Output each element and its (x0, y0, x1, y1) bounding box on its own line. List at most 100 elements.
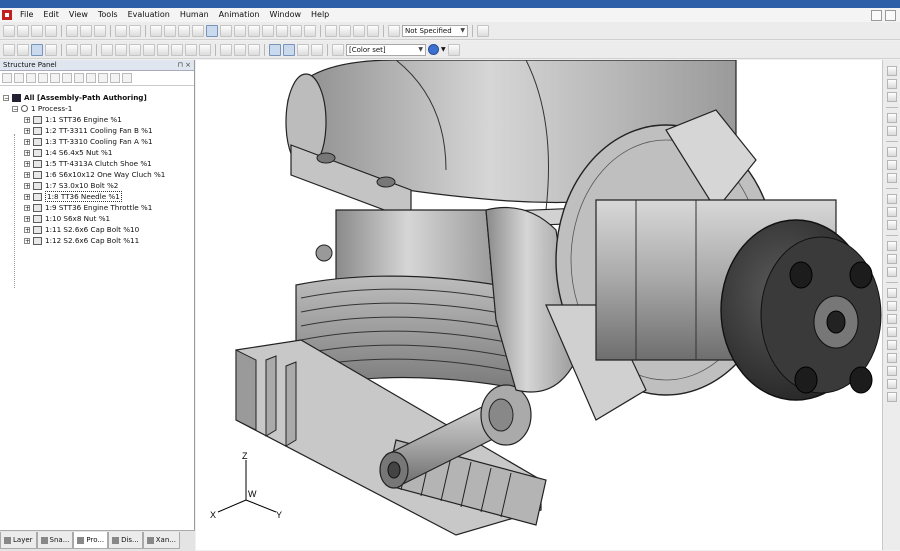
display-icon[interactable] (886, 353, 897, 363)
bottom-view-icon[interactable] (143, 43, 155, 56)
color-ball-icon[interactable] (428, 44, 439, 55)
menu-human[interactable]: Human (175, 8, 214, 22)
tree-item-1[interactable]: + 1:1 STT36 Engine %1 (0, 114, 194, 125)
top-view-icon[interactable] (129, 43, 141, 56)
filter-icon[interactable] (886, 220, 897, 230)
tools-icon[interactable] (477, 24, 489, 37)
table-icon[interactable] (886, 207, 897, 217)
new-icon[interactable] (886, 66, 897, 76)
camera-icon[interactable] (367, 24, 379, 37)
zoom-icon[interactable] (178, 24, 190, 37)
hand-icon[interactable] (886, 241, 897, 251)
marker-icon[interactable] (325, 24, 337, 37)
menu-help[interactable]: Help (306, 8, 334, 22)
sun-icon[interactable] (886, 327, 897, 337)
info-icon[interactable] (886, 340, 897, 350)
panel-icon[interactable] (45, 43, 57, 56)
tab-snapshot[interactable]: Sna... (36, 532, 74, 549)
globe-icon[interactable] (886, 301, 897, 311)
rotate-icon[interactable] (150, 24, 162, 37)
collapse-toggle-icon[interactable]: − (3, 94, 9, 101)
chart-icon[interactable] (886, 267, 897, 277)
expand-toggle-icon[interactable]: + (24, 182, 30, 189)
tree-item-9[interactable]: + 1:9 STT36 Engine Throttle %1 (0, 202, 194, 213)
save-icon[interactable] (886, 79, 897, 89)
fit-view-icon[interactable] (192, 24, 204, 37)
hide-icon[interactable] (276, 24, 288, 37)
tree-view-icon[interactable] (74, 73, 84, 83)
settings-icon[interactable] (332, 43, 344, 56)
expand-icon[interactable] (50, 73, 60, 83)
expand-toggle-icon[interactable]: + (24, 149, 30, 156)
new-file-icon[interactable] (3, 24, 15, 37)
shaded-edges-icon[interactable] (269, 43, 281, 56)
lighting-icon[interactable] (311, 43, 323, 56)
arrow-icon[interactable] (110, 73, 120, 83)
tree-item-3[interactable]: + 1:3 TT-3310 Cooling Fan A %1 (0, 136, 194, 147)
tree-item-12[interactable]: + 1:12 S2.6x6 Cap Bolt %11 (0, 235, 194, 246)
menu-tools[interactable]: Tools (93, 8, 123, 22)
front-view-icon[interactable] (101, 43, 113, 56)
expand-toggle-icon[interactable]: + (24, 127, 30, 134)
expand-toggle-icon[interactable]: + (24, 138, 30, 145)
export-icon[interactable] (80, 43, 92, 56)
view-cube-icon[interactable] (220, 24, 232, 37)
menu-edit[interactable]: Edit (38, 8, 64, 22)
filter-icon[interactable] (14, 73, 24, 83)
menu-evaluation[interactable]: Evaluation (123, 8, 175, 22)
link-icon[interactable] (353, 24, 365, 37)
left-view-icon[interactable] (157, 43, 169, 56)
list-view-icon[interactable] (62, 73, 72, 83)
iso-view-icon[interactable] (185, 43, 197, 56)
close-icon[interactable] (885, 9, 896, 21)
cut-icon[interactable] (66, 24, 78, 37)
shaded-icon[interactable] (234, 43, 246, 56)
transparency-icon[interactable] (297, 43, 309, 56)
tab-layer[interactable]: Layer (0, 532, 37, 549)
wireframe-icon[interactable] (220, 43, 232, 56)
tree-item-4[interactable]: + 1:4 S6.4x5 Nut %1 (0, 147, 194, 158)
tree-process[interactable]: − 1 Process-1 (0, 103, 194, 114)
grid-icon[interactable] (3, 43, 15, 56)
expand-toggle-icon[interactable]: + (24, 171, 30, 178)
tree-item-8[interactable]: + 1:8 TT36 Needle %1 (0, 191, 194, 202)
tree-item-7[interactable]: + 1:7 S3.0x10 Bolt %2 (0, 180, 194, 191)
pan-icon[interactable] (164, 24, 176, 37)
engine-model[interactable]: Z W X Y (196, 60, 882, 550)
perspective-icon[interactable] (199, 43, 211, 56)
delete-icon[interactable] (26, 73, 36, 83)
show-icon[interactable] (290, 24, 302, 37)
list-icon[interactable] (886, 194, 897, 204)
group-icon[interactable] (86, 73, 96, 83)
hidden-line-icon[interactable] (248, 43, 260, 56)
paste-icon[interactable] (94, 24, 106, 37)
menu-window[interactable]: Window (264, 8, 306, 22)
chevron-down-icon[interactable]: ▼ (441, 46, 446, 53)
silhouette-icon[interactable] (283, 43, 295, 56)
folder-icon[interactable] (886, 92, 897, 102)
color-set-dropdown[interactable]: [Color set] ▼ (346, 43, 426, 56)
layout-icon[interactable] (17, 43, 29, 56)
move-icon[interactable] (234, 24, 246, 37)
link-icon[interactable] (98, 73, 108, 83)
undo-icon[interactable] (115, 24, 127, 37)
save-icon[interactable] (31, 24, 43, 37)
pen-icon[interactable] (339, 24, 351, 37)
search-icon[interactable] (886, 288, 897, 298)
expand-toggle-icon[interactable]: + (24, 226, 30, 233)
layers-icon[interactable] (886, 173, 897, 183)
3d-viewport[interactable]: Z W X Y (196, 60, 882, 550)
tab-xanimation[interactable]: Xan... (142, 532, 180, 549)
expand-toggle-icon[interactable]: + (24, 193, 30, 200)
expand-toggle-icon[interactable]: + (24, 215, 30, 222)
copy-icon[interactable] (80, 24, 92, 37)
collapse-toggle-icon[interactable]: − (12, 105, 18, 112)
back-view-icon[interactable] (115, 43, 127, 56)
properties-icon[interactable] (122, 73, 132, 83)
menu-animation[interactable]: Animation (214, 8, 265, 22)
window-icon[interactable] (31, 43, 43, 56)
monitor-icon[interactable] (886, 366, 897, 376)
grid-icon[interactable] (886, 147, 897, 157)
expand-toggle-icon[interactable]: + (24, 237, 30, 244)
redo-icon[interactable] (129, 24, 141, 37)
